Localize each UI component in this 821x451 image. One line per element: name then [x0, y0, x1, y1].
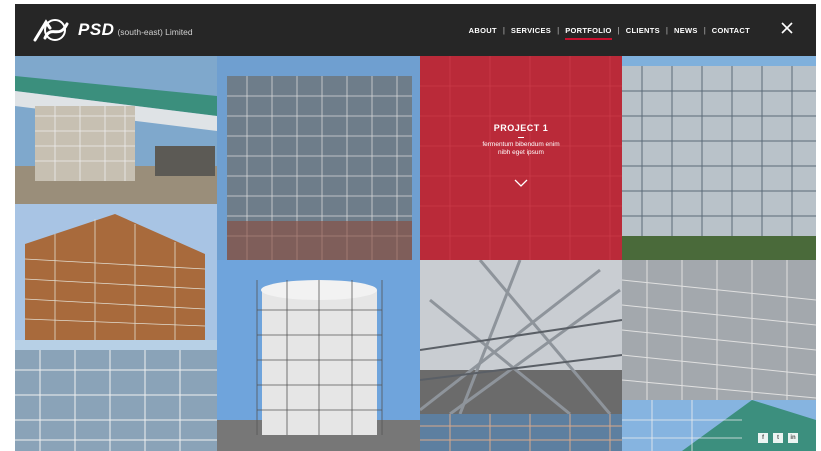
nav-separator: | — [502, 26, 505, 35]
close-icon[interactable] — [780, 21, 794, 35]
cylinder-tank-scaffold-image — [217, 260, 420, 451]
facade-scaffold-image — [622, 260, 816, 400]
brand-subtitle: (south-east) Limited — [117, 26, 193, 37]
nav-about[interactable]: ABOUT — [469, 26, 497, 35]
project-title: PROJECT 1 — [493, 123, 549, 133]
nav-separator: | — [665, 26, 668, 35]
portfolio-tile[interactable] — [217, 56, 420, 260]
nav-news[interactable]: NEWS — [674, 26, 698, 35]
brick-building-scaffold-image — [15, 204, 217, 340]
nav-contact[interactable]: CONTACT — [712, 26, 750, 35]
modern-building-scaffold-image — [622, 56, 816, 260]
psd-logo-icon — [33, 19, 69, 42]
linkedin-icon[interactable]: in — [788, 433, 798, 443]
nav-separator: | — [617, 26, 620, 35]
page-frame: PSD (south-east) Limited ABOUT | SERVICE… — [15, 4, 816, 451]
chevron-down-icon[interactable] — [514, 179, 528, 187]
portfolio-grid — [15, 56, 816, 451]
main-nav: ABOUT | SERVICES | PORTFOLIO | CLIENTS |… — [469, 26, 750, 40]
portfolio-tile[interactable] — [15, 204, 217, 340]
bridge-scaffold-image — [15, 56, 217, 204]
building-scaffold-image — [217, 56, 420, 260]
site-header: PSD (south-east) Limited ABOUT | SERVICE… — [15, 4, 816, 56]
portfolio-tile[interactable] — [15, 340, 217, 451]
project-description: fermentum bibendum enim nibh eget ipsum — [482, 141, 560, 156]
bridge-detail-image — [622, 400, 816, 451]
portfolio-tile[interactable] — [420, 260, 622, 414]
portfolio-tile[interactable] — [217, 260, 420, 451]
portfolio-tile[interactable] — [420, 414, 622, 451]
portfolio-tile[interactable] — [622, 56, 816, 260]
nav-services[interactable]: SERVICES — [511, 26, 551, 35]
glass-building-scaffold-image — [15, 340, 217, 451]
scaffold-tubes-image — [420, 260, 622, 414]
nav-separator: | — [703, 26, 706, 35]
brand-logo[interactable]: PSD (south-east) Limited — [33, 16, 193, 44]
project-divider — [518, 137, 524, 138]
nav-separator: | — [557, 26, 560, 35]
twitter-icon[interactable]: t — [773, 433, 783, 443]
blue-facade-scaffold-image — [420, 414, 622, 451]
project-overlay[interactable]: PROJECT 1 fermentum bibendum enim nibh e… — [420, 56, 622, 260]
nav-portfolio[interactable]: PORTFOLIO — [565, 26, 613, 40]
facebook-icon[interactable]: f — [758, 433, 768, 443]
nav-clients[interactable]: CLIENTS — [626, 26, 660, 35]
brand-name: PSD — [78, 20, 115, 39]
portfolio-tile[interactable] — [622, 400, 816, 451]
portfolio-tile[interactable] — [15, 56, 217, 204]
portfolio-tile[interactable] — [622, 260, 816, 400]
social-links: f t in — [758, 433, 798, 443]
